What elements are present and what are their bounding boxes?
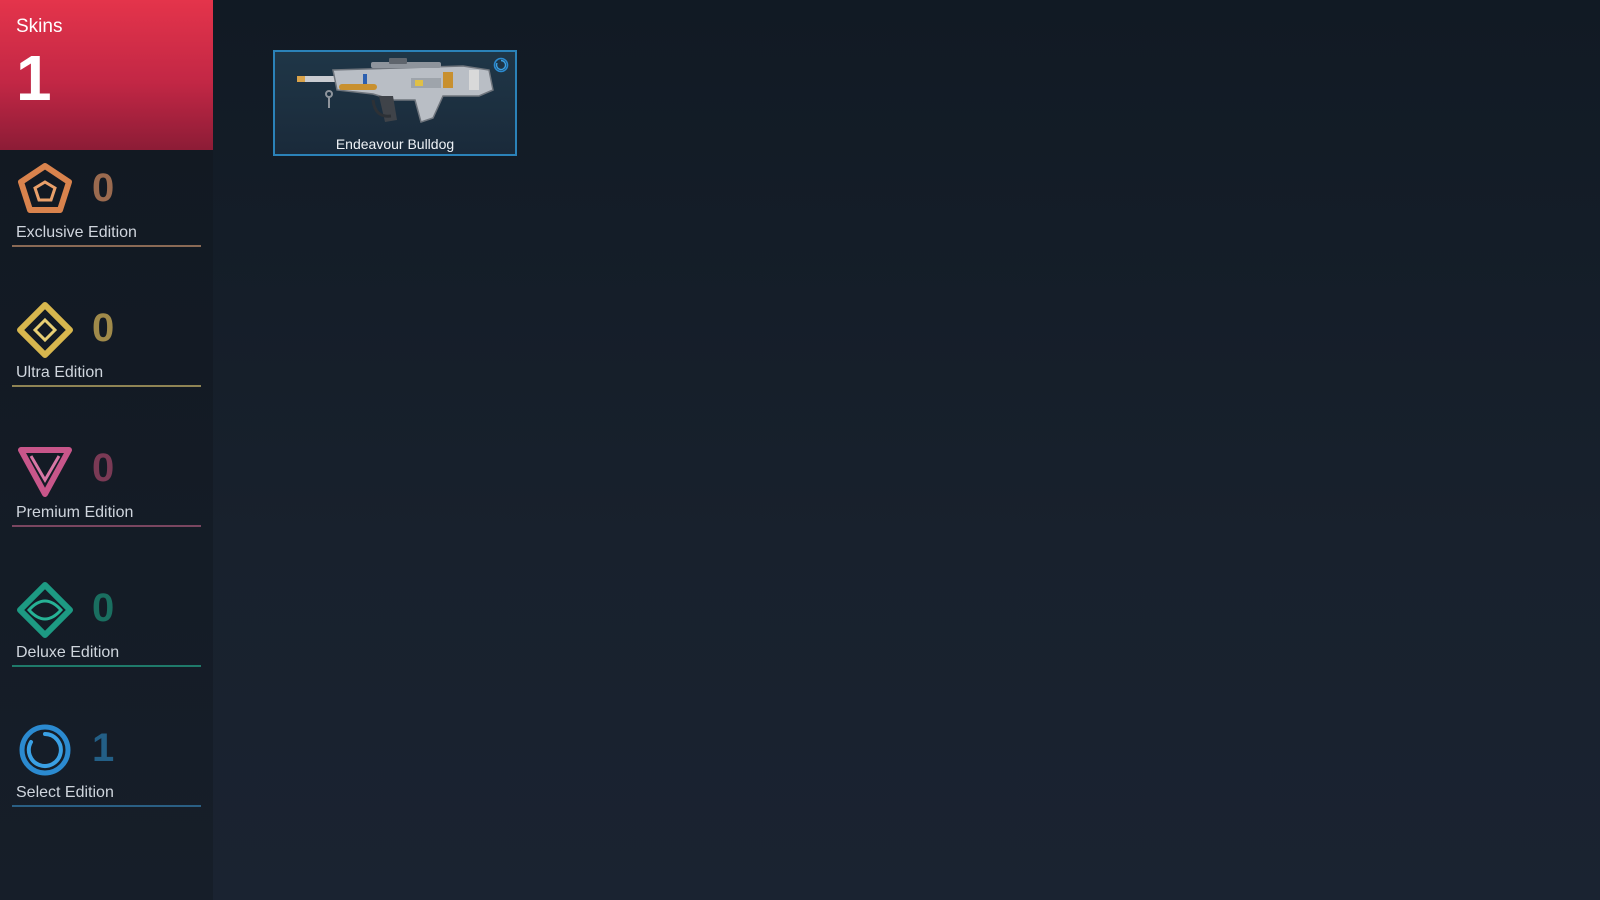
edition-underline xyxy=(12,665,201,667)
edition-label: Deluxe Edition xyxy=(16,644,120,661)
edition-count: 1 xyxy=(92,726,115,770)
edition-count: 0 xyxy=(92,446,115,490)
edition-count: 0 xyxy=(92,166,115,210)
edition-label: Ultra Edition xyxy=(16,364,104,381)
skin-name: Endeavour Bulldog xyxy=(335,136,455,152)
edition-underline xyxy=(12,245,201,247)
edition-label: Exclusive Edition xyxy=(16,224,137,241)
select-edition-icon xyxy=(19,724,71,776)
rifle-icon xyxy=(297,58,494,123)
edition-label: Select Edition xyxy=(16,784,114,801)
edition-underline xyxy=(12,805,201,807)
edition-label: Premium Edition xyxy=(16,504,134,521)
edition-count: 0 xyxy=(92,306,115,350)
edition-underline xyxy=(12,385,201,387)
edition-filter-premium[interactable]: 0 Premium Edition xyxy=(0,442,213,552)
ultra-edition-icon xyxy=(17,302,73,358)
edition-filter-ultra[interactable]: 0 Ultra Edition xyxy=(0,302,213,412)
sidebar: Skins 1 0 Exclusive Edition 0 Ultra Edit… xyxy=(0,0,213,900)
edition-filter-select[interactable]: 1 Select Edition xyxy=(0,722,213,832)
skins-label: Skins xyxy=(16,16,63,37)
skins-total-card[interactable]: Skins 1 xyxy=(0,0,213,150)
premium-edition-icon xyxy=(18,447,72,497)
edition-underline xyxy=(12,525,201,527)
edition-filter-exclusive[interactable]: 0 Exclusive Edition xyxy=(0,162,213,272)
select-edition-icon xyxy=(493,57,509,73)
edition-count: 0 xyxy=(92,586,115,630)
deluxe-edition-icon xyxy=(17,582,73,638)
skins-count: 1 xyxy=(16,42,52,114)
edition-filter-deluxe[interactable]: 0 Deluxe Edition xyxy=(0,582,213,692)
skin-card-endeavour-bulldog[interactable]: Endeavour Bulldog xyxy=(273,50,517,156)
exclusive-edition-icon xyxy=(18,163,72,213)
